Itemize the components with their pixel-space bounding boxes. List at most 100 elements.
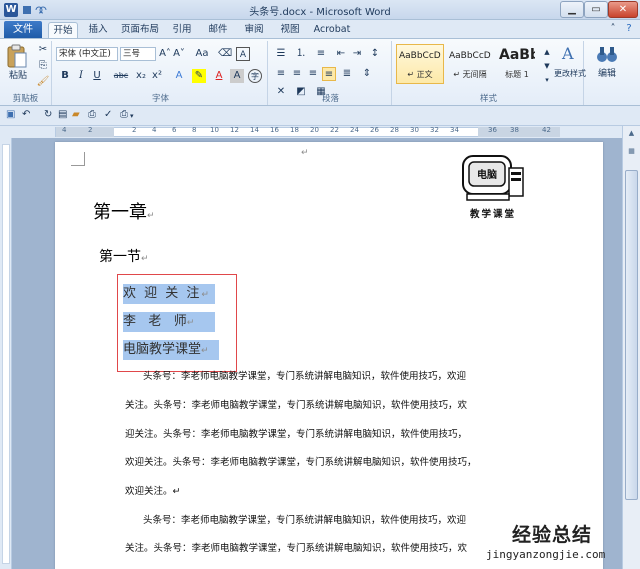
tab-file[interactable]: 文件 — [4, 21, 42, 38]
tab-insert[interactable]: 插入 — [84, 22, 112, 38]
grow-font-icon[interactable]: A˄ — [158, 47, 172, 61]
selected-text-block[interactable]: 欢 迎 关 注↵ 李 老 师↵ 电脑教学课堂↵ — [123, 284, 219, 368]
spelling-icon[interactable]: ✓ — [104, 109, 112, 120]
superscript-button[interactable]: x² — [150, 69, 164, 83]
selected-line-1: 欢 迎 关 注↵ — [123, 284, 215, 304]
subscript-button[interactable]: x₂ — [134, 69, 148, 83]
styles-group: AaBbCcDd ↵ 正文 AaBbCcDd ↵ 无间隔 AaBb 标题 1 ▲… — [394, 41, 586, 105]
tab-mailings[interactable]: 邮件 — [204, 22, 232, 38]
scroll-thumb[interactable] — [625, 170, 638, 500]
change-case-icon[interactable]: Aa — [192, 47, 212, 61]
selected-line-2: 李 老 师↵ — [123, 312, 215, 332]
enclose-char-icon[interactable]: 字 — [248, 69, 262, 83]
font-size-combo[interactable]: 三号 — [120, 47, 156, 61]
tab-review[interactable]: 审阅 — [240, 22, 268, 38]
quick-print-icon[interactable]: ⎙ — [120, 109, 128, 120]
ruler-num: 6 — [172, 126, 177, 134]
copy-icon[interactable]: ⎘ — [36, 59, 50, 73]
body-line: 头条号：李老师电脑教学课堂，专门系统讲解电脑知识，软件使用技巧，欢迎 — [143, 515, 467, 526]
line-spacing-icon[interactable]: ⇕ — [360, 67, 374, 81]
text-effects-icon[interactable]: A — [172, 69, 186, 83]
body-line: 头条号：李老师电脑教学课堂，专门系统讲解电脑知识，软件使用技巧，欢迎 — [143, 371, 467, 382]
font-name-combo[interactable]: 宋体 (中文正) — [56, 47, 118, 61]
selected-line-2-text: 李 老 师 — [123, 314, 187, 329]
ribbon-tabs: 文件 开始 插入 页面布局 引用 邮件 审阅 视图 Acrobat ˄ ? — [0, 20, 640, 38]
align-right-icon[interactable]: ≡ — [306, 67, 320, 81]
styles-scroll-up-icon[interactable]: ▲ — [540, 45, 554, 59]
cut-icon[interactable]: ✂ — [36, 43, 50, 57]
char-border-icon[interactable]: A — [236, 47, 250, 61]
style-no-spacing[interactable]: AaBbCcDd ↵ 无间隔 — [446, 44, 494, 84]
ruler-num: 20 — [310, 126, 319, 134]
scroll-up-icon[interactable]: ▲ — [625, 126, 638, 140]
numbering-icon[interactable]: ⒈ — [294, 47, 308, 61]
paragraph-mark: ↵ — [141, 254, 149, 264]
chapter-heading-text: 第一章 — [93, 202, 147, 223]
redo-icon[interactable]: ↻ — [44, 109, 52, 120]
style-heading1[interactable]: AaBb 标题 1 — [496, 44, 538, 84]
paragraph-mark: ↵ — [147, 211, 155, 221]
align-left-icon[interactable]: ≡ — [274, 67, 288, 81]
paste-button[interactable]: 粘贴 — [2, 69, 34, 83]
save-icon[interactable]: ▣ — [6, 109, 15, 120]
editing-button[interactable]: 编辑 — [590, 67, 624, 81]
highlight-icon[interactable]: ✎ — [192, 69, 206, 83]
distribute-icon[interactable]: ≣ — [340, 67, 354, 81]
decrease-indent-icon[interactable]: ⇤ — [334, 47, 348, 61]
underline-button[interactable]: U — [90, 69, 104, 83]
sort-icon[interactable]: ↕ — [368, 47, 382, 61]
clipboard-group-label: 剪贴板 — [12, 94, 39, 104]
tab-page-layout[interactable]: 页面布局 — [120, 22, 160, 38]
ruler-num: 22 — [330, 126, 339, 134]
font-color-icon[interactable]: A — [212, 69, 226, 83]
change-styles-button[interactable]: 更改样式 — [552, 67, 588, 81]
vertical-ruler[interactable] — [0, 138, 12, 569]
horizontal-ruler[interactable]: 4 2 2 4 6 8 10 12 14 16 18 20 22 24 26 2… — [0, 126, 622, 138]
undo-icon[interactable]: ↶ — [22, 109, 30, 120]
logo-caption: 教学课堂 — [469, 209, 516, 220]
open-icon[interactable]: ▰ — [72, 109, 80, 120]
style-heading1-sample: AaBb — [499, 47, 535, 63]
tab-home[interactable]: 开始 — [48, 22, 78, 38]
body-line: 关注。头条号：李老师电脑教学课堂，专门系统讲解电脑知识，软件使用技巧，欢 — [125, 543, 468, 554]
ruler-toggle-icon[interactable]: ▦ — [625, 144, 638, 158]
vertical-scrollbar[interactable]: ▲ ▦ — [622, 126, 640, 569]
style-normal[interactable]: AaBbCcDd ↵ 正文 — [396, 44, 444, 84]
strikethrough-button[interactable]: abc — [112, 69, 130, 83]
bullets-icon[interactable]: ☰ — [274, 47, 288, 61]
tab-view[interactable]: 视图 — [276, 22, 304, 38]
ruler-num: 8 — [192, 126, 197, 134]
minimize-button[interactable]: ▁ — [560, 1, 584, 18]
tab-acrobat[interactable]: Acrobat — [312, 22, 352, 38]
italic-button[interactable]: I — [74, 69, 88, 83]
watermark: 经验总结 jingyanzongjie.com — [486, 520, 636, 566]
document-page[interactable]: ↵ 电脑 教学课堂 第一章↵ 第一节↵ 欢 迎 关 注↵ 李 老 师↵ 电脑教学… — [55, 142, 603, 569]
watermark-title: 经验总结 — [512, 524, 593, 546]
style-no-spacing-name: ↵ 无间隔 — [453, 70, 487, 79]
format-painter-icon[interactable]: 🖌 — [36, 75, 50, 89]
increase-indent-icon[interactable]: ⇥ — [350, 47, 364, 61]
close-button[interactable]: ✕ — [608, 1, 638, 18]
char-shading-icon[interactable]: A — [230, 69, 244, 83]
maximize-button[interactable]: ▭ — [584, 1, 608, 18]
justify-icon[interactable]: ≡ — [322, 67, 336, 81]
bold-button[interactable]: B — [58, 69, 72, 83]
ruler-num: 24 — [350, 126, 359, 134]
multilevel-list-icon[interactable]: ≡ — [314, 47, 328, 61]
paste-icon[interactable] — [6, 43, 28, 69]
new-doc-icon[interactable]: ▤ — [58, 109, 67, 120]
shrink-font-icon[interactable]: A˅ — [172, 47, 186, 61]
ruler-num: 34 — [450, 126, 459, 134]
help-icon[interactable]: ? — [622, 22, 636, 36]
ribbon-minimize-icon[interactable]: ˄ — [606, 22, 620, 36]
align-center-icon[interactable]: ≡ — [290, 67, 304, 81]
tab-references[interactable]: 引用 — [168, 22, 196, 38]
customize-qat-icon[interactable]: ▾ — [130, 112, 134, 120]
clear-format-icon[interactable]: ⌫ — [218, 47, 232, 61]
ribbon: 粘贴 ✂ ⎘ 🖌 剪贴板 宋体 (中文正) 三号 A˄ A˅ Aa ⌫ A B … — [0, 38, 640, 106]
ruler-num: 18 — [290, 126, 299, 134]
binoculars-icon[interactable] — [596, 43, 618, 65]
change-styles-icon[interactable]: A — [560, 43, 580, 63]
paragraph-group-label: 段落 — [321, 94, 339, 104]
print-preview-icon[interactable]: ⎙ — [88, 109, 96, 120]
